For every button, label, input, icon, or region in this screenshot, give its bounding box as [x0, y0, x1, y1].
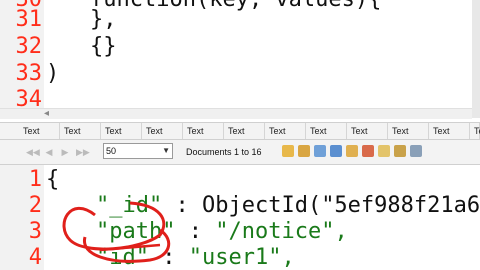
text-button[interactable]: Text	[184, 123, 224, 139]
settings-icon[interactable]	[410, 145, 422, 157]
field-key: "id"	[96, 245, 149, 270]
edit-icon[interactable]	[346, 145, 358, 157]
result-toolbar: ◀◀ ◀ ▶ ▶▶ 50 ▼ Documents 1 to 16	[0, 140, 480, 165]
field-value: "user1",	[188, 245, 295, 270]
page-size-select[interactable]: 50 ▼	[103, 143, 173, 159]
line-number: 4	[28, 245, 42, 270]
text-button[interactable]: Text	[102, 123, 142, 139]
documents-count: Documents 1 to 16	[186, 147, 262, 157]
text-button[interactable]: Text	[61, 123, 101, 139]
document-icon[interactable]	[298, 145, 310, 157]
import-icon[interactable]	[394, 145, 406, 157]
first-page-icon[interactable]: ◀◀	[26, 146, 40, 158]
code-row: "id" : "user1",	[96, 240, 295, 270]
code-line: 34	[0, 82, 470, 108]
text-button[interactable]: Text	[266, 123, 306, 139]
vertical-scrollbar[interactable]	[472, 0, 480, 118]
document-editor[interactable]: 1 { 2 "_id" : ObjectId("5ef988f21a6285 3…	[0, 165, 480, 270]
text-button[interactable]: Text	[389, 123, 429, 139]
delete-icon[interactable]	[362, 145, 374, 157]
text-button[interactable]: Text	[307, 123, 347, 139]
last-page-icon[interactable]: ▶▶	[76, 146, 90, 158]
text-button[interactable]: Text	[348, 123, 388, 139]
separator: :	[148, 245, 189, 270]
text-button[interactable]: Text	[225, 123, 265, 139]
text-button[interactable]: Text	[143, 123, 183, 139]
chevron-down-icon: ▼	[162, 146, 170, 155]
text-button[interactable]: Text	[430, 123, 470, 139]
refresh-icon[interactable]	[314, 145, 326, 157]
next-page-icon[interactable]: ▶	[60, 146, 70, 158]
export-icon[interactable]	[378, 145, 390, 157]
horizontal-scrollbar[interactable]: ◂	[0, 108, 472, 119]
lock-icon[interactable]	[282, 145, 294, 157]
page-size-value: 50	[106, 146, 117, 156]
copy-icon[interactable]	[330, 145, 342, 157]
line-number: 34	[15, 87, 43, 108]
code-editor-top[interactable]: 30 function(key, values){ 31 }, 32 {} 33…	[0, 0, 472, 108]
code-line: 4 "id" : "user1",	[0, 240, 470, 270]
text-button[interactable]: Text	[471, 123, 480, 139]
prev-page-icon[interactable]: ◀	[44, 146, 54, 158]
text-column-bar: Text Text Text Text Text Text Text Text …	[0, 122, 480, 140]
text-button[interactable]: Text	[20, 123, 60, 139]
scroll-left-icon[interactable]: ◂	[44, 109, 49, 119]
